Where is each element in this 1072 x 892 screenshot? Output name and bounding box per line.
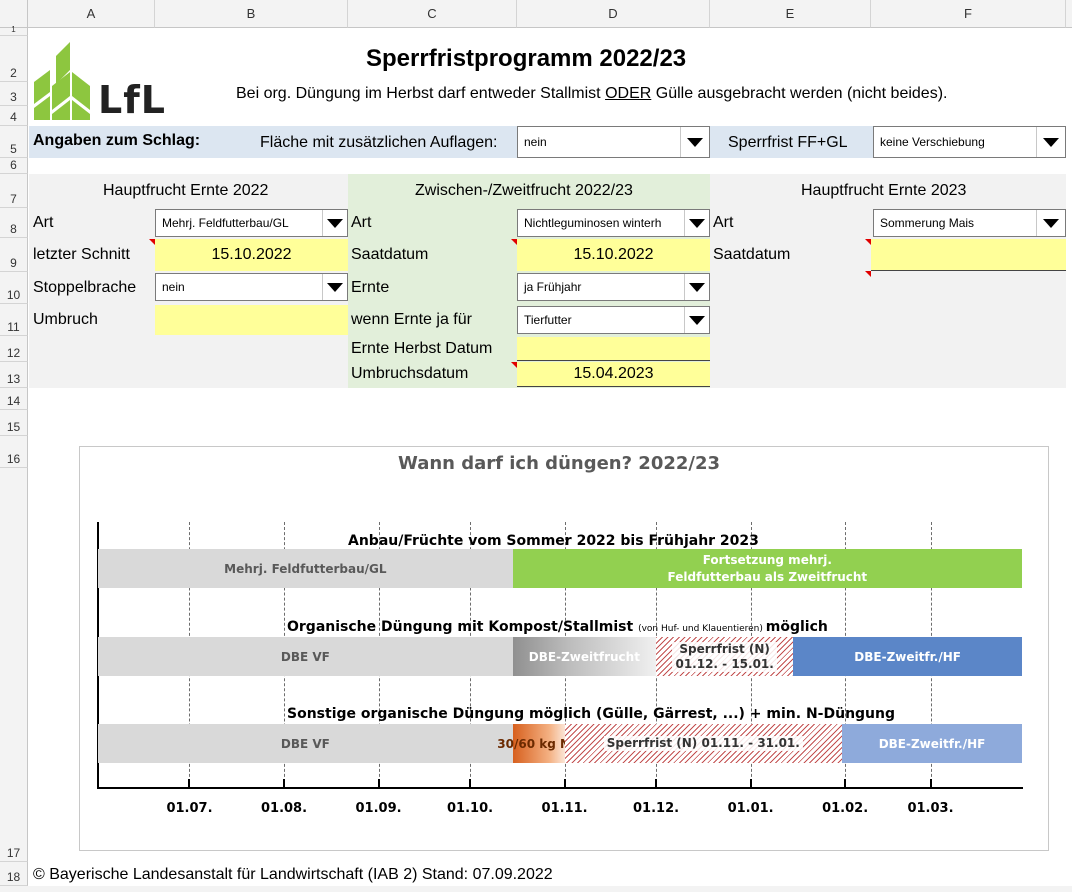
- row-header-9[interactable]: 9: [0, 238, 28, 272]
- hf2023-art-value: Sommerung Mais: [880, 216, 975, 230]
- hf2022-art-label: Art: [33, 214, 54, 231]
- comment-indicator[interactable]: [149, 239, 155, 245]
- sheet-bottom-edge: [0, 886, 1072, 892]
- chart-title: Wann darf ich düngen? 2022/23: [398, 453, 721, 474]
- footer-copyright: © Bayerische Landesanstalt für Landwirts…: [33, 866, 553, 883]
- hf2022-schnitt-label: letzter Schnitt: [33, 246, 130, 263]
- chevron-down-icon[interactable]: [684, 210, 709, 236]
- hf2022-schnitt-input[interactable]: 15.10.2022: [155, 239, 348, 271]
- zf-header: Zwischen-/Zweitfrucht 2022/23: [415, 182, 633, 199]
- chevron-down-icon[interactable]: [322, 210, 347, 236]
- row-header-5[interactable]: 5: [0, 126, 28, 158]
- zf-fuer-label: wenn Ernte ja für: [351, 311, 472, 328]
- hf2023-saat-label: Saatdatum: [713, 246, 791, 263]
- chevron-down-icon[interactable]: [322, 274, 347, 300]
- row-header-1[interactable]: 1: [0, 25, 28, 36]
- column-header-filler: [1066, 0, 1072, 28]
- hf2022-art-dropdown[interactable]: Mehrj. Feldfutterbau/GL: [155, 209, 348, 237]
- zf-umbruch-input[interactable]: 15.04.2023: [517, 362, 710, 387]
- hf2022-umbruch-label: Umbruch: [33, 311, 98, 328]
- logo-text: LfL: [98, 78, 166, 122]
- hf2022-stoppel-value: nein: [162, 280, 185, 294]
- subtitle-pre: Bei org. Düngung im Herbst darf entweder…: [236, 85, 606, 102]
- zf-fuer-dropdown[interactable]: Tierfutter: [517, 306, 710, 334]
- row-header-16[interactable]: 16: [0, 436, 28, 468]
- row-header-15[interactable]: 15: [0, 410, 28, 436]
- row-header-17[interactable]: 17: [0, 468, 28, 862]
- sperrfrist-label: Sperrfrist FF+GL: [728, 134, 848, 151]
- schlag-heading: Angaben zum Schlag:: [33, 132, 201, 149]
- zf-ernte-dropdown[interactable]: ja Frühjahr: [517, 273, 710, 301]
- subtitle-oder: ODER: [605, 85, 652, 102]
- hf2022-stoppel-label: Stoppelbrache: [33, 279, 137, 296]
- chevron-down-icon[interactable]: [684, 307, 709, 333]
- row-header-3[interactable]: 3: [0, 82, 28, 106]
- sperrfrist-dropdown[interactable]: keine Verschiebung: [873, 126, 1066, 158]
- row-header-11[interactable]: 11: [0, 304, 28, 336]
- comment-indicator[interactable]: [511, 239, 517, 245]
- comment-indicator[interactable]: [865, 239, 871, 245]
- hf2022-umbruch-input[interactable]: [155, 305, 348, 335]
- row-header-14[interactable]: 14: [0, 388, 28, 410]
- flaeche-label: Fläche mit zusätzlichen Auflagen:: [260, 134, 498, 151]
- subtitle-post: Gülle ausgebracht werden (nicht beides).: [651, 85, 948, 102]
- row-header-7[interactable]: 7: [0, 174, 28, 208]
- zf-herbst-label: Ernte Herbst Datum: [351, 340, 493, 357]
- flaeche-dropdown[interactable]: nein: [517, 126, 710, 158]
- row-header-4[interactable]: 4: [0, 106, 28, 126]
- column-header-c[interactable]: C: [348, 0, 517, 28]
- column-header-f[interactable]: F: [871, 0, 1066, 28]
- zf-saat-input[interactable]: 15.10.2022: [517, 239, 710, 271]
- column-header-e[interactable]: E: [710, 0, 871, 28]
- zf-ernte-value: ja Frühjahr: [524, 280, 582, 294]
- zf-fuer-value: Tierfutter: [524, 313, 572, 327]
- page-title: Sperrfristprogramm 2022/23: [366, 45, 687, 72]
- hf2023-art-dropdown[interactable]: Sommerung Mais: [873, 209, 1066, 237]
- hf2023-saat-input[interactable]: [871, 239, 1066, 271]
- zf-herbst-input[interactable]: [517, 337, 710, 361]
- hf2023-header: Hauptfrucht Ernte 2023: [801, 182, 967, 199]
- comment-indicator[interactable]: [511, 362, 517, 368]
- zf-ernte-label: Ernte: [351, 279, 390, 296]
- select-all-corner[interactable]: [0, 0, 28, 28]
- flaeche-dropdown-value: nein: [524, 135, 547, 149]
- chevron-down-icon[interactable]: [1036, 210, 1065, 236]
- column-header-d[interactable]: D: [517, 0, 710, 28]
- row-header-6[interactable]: 6: [0, 158, 28, 174]
- chevron-down-icon[interactable]: [680, 127, 709, 157]
- hf2022-stoppel-dropdown[interactable]: nein: [155, 273, 348, 301]
- comment-indicator[interactable]: [865, 271, 871, 277]
- column-header-a[interactable]: A: [28, 0, 155, 28]
- sperrfrist-dropdown-value: keine Verschiebung: [880, 135, 985, 149]
- row-header-2[interactable]: 2: [0, 36, 28, 82]
- row-header-13[interactable]: 13: [0, 362, 28, 388]
- hf2022-art-value: Mehrj. Feldfutterbau/GL: [162, 216, 289, 230]
- fertilizer-chart[interactable]: [79, 446, 1049, 851]
- row-header-18[interactable]: 18: [0, 862, 28, 886]
- row-header-8[interactable]: 8: [0, 208, 28, 238]
- hf2023-art-label: Art: [713, 214, 734, 231]
- zf-art-label: Art: [351, 214, 372, 231]
- row-header-10[interactable]: 10: [0, 272, 28, 304]
- zf-art-value: Nichtleguminosen winterh: [524, 216, 662, 230]
- chevron-down-icon[interactable]: [684, 274, 709, 300]
- hf2023-band: [710, 174, 1066, 388]
- zf-art-dropdown[interactable]: Nichtleguminosen winterh: [517, 209, 710, 237]
- lfl-logo: LfL: [32, 42, 172, 122]
- subtitle-note: Bei org. Düngung im Herbst darf entweder…: [236, 85, 947, 103]
- column-header-b[interactable]: B: [155, 0, 348, 28]
- zf-umbruch-label: Umbruchsdatum: [351, 365, 469, 382]
- chevron-down-icon[interactable]: [1036, 127, 1065, 157]
- zf-saat-label: Saatdatum: [351, 246, 429, 263]
- hf2022-header: Hauptfrucht Ernte 2022: [103, 182, 269, 199]
- row-header-12[interactable]: 12: [0, 336, 28, 362]
